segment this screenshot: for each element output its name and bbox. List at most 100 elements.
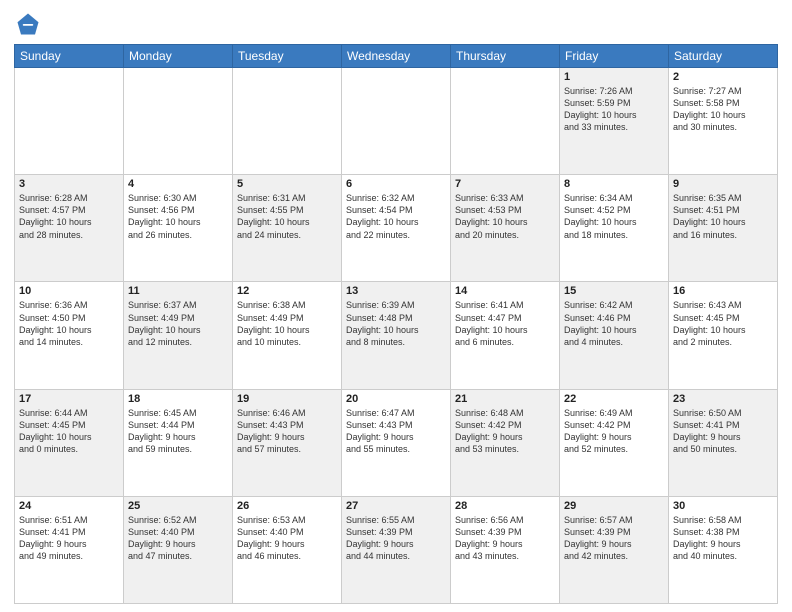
day-number: 13 [346,285,446,297]
day-number: 17 [19,393,119,405]
day-info: Sunrise: 6:28 AM Sunset: 4:57 PM Dayligh… [19,192,119,241]
day-info: Sunrise: 6:57 AM Sunset: 4:39 PM Dayligh… [564,514,664,563]
day-cell: 24 Sunrise: 6:51 AM Sunset: 4:41 PM Dayli… [15,496,124,603]
day-number: 4 [128,178,228,190]
day-cell: 1Sunrise: 7:26 AM Sunset: 5:59 PM Daylig… [560,68,669,175]
day-info: Sunrise: 6:43 AM Sunset: 4:45 PM Dayligh… [673,299,773,348]
day-cell: 5Sunrise: 6:31 AM Sunset: 4:55 PM Daylig… [233,175,342,282]
weekday-thursday: Thursday [451,45,560,68]
day-number: 8 [564,178,664,190]
day-number: 24 [19,500,119,512]
day-info: Sunrise: 6:36 AM Sunset: 4:50 PM Dayligh… [19,299,119,348]
day-number: 25 [128,500,228,512]
page: SundayMondayTuesdayWednesdayThursdayFrid… [0,0,792,612]
day-cell: 6Sunrise: 6:32 AM Sunset: 4:54 PM Daylig… [342,175,451,282]
week-row-1: 3 Sunrise: 6:28 AM Sunset: 4:57 PM Daylig… [15,175,778,282]
day-info: Sunrise: 6:45 AM Sunset: 4:44 PM Dayligh… [128,407,228,456]
day-cell: 14 Sunrise: 6:41 AM Sunset: 4:47 PM Dayli… [451,282,560,389]
day-cell: 25 Sunrise: 6:52 AM Sunset: 4:40 PM Dayli… [124,496,233,603]
day-cell: 9 Sunrise: 6:35 AM Sunset: 4:51 PM Daylig… [669,175,778,282]
day-info: Sunrise: 6:56 AM Sunset: 4:39 PM Dayligh… [455,514,555,563]
day-info: Sunrise: 6:39 AM Sunset: 4:48 PM Dayligh… [346,299,446,348]
day-info: Sunrise: 6:48 AM Sunset: 4:42 PM Dayligh… [455,407,555,456]
day-info: Sunrise: 6:35 AM Sunset: 4:51 PM Dayligh… [673,192,773,241]
day-number: 3 [19,178,119,190]
day-cell [233,68,342,175]
day-cell: 7Sunrise: 6:33 AM Sunset: 4:53 PM Daylig… [451,175,560,282]
day-info: Sunrise: 7:27 AM Sunset: 5:58 PM Dayligh… [673,85,773,134]
day-info: Sunrise: 6:30 AM Sunset: 4:56 PM Dayligh… [128,192,228,241]
logo [14,10,46,38]
day-cell [124,68,233,175]
day-info: Sunrise: 6:33 AM Sunset: 4:53 PM Dayligh… [455,192,555,241]
day-number: 14 [455,285,555,297]
day-number: 12 [237,285,337,297]
day-number: 9 [673,178,773,190]
day-info: Sunrise: 6:44 AM Sunset: 4:45 PM Dayligh… [19,407,119,456]
day-cell: 17 Sunrise: 6:44 AM Sunset: 4:45 PM Dayli… [15,389,124,496]
day-number: 21 [455,393,555,405]
day-cell: 13 Sunrise: 6:39 AM Sunset: 4:48 PM Dayli… [342,282,451,389]
day-info: Sunrise: 6:55 AM Sunset: 4:39 PM Dayligh… [346,514,446,563]
logo-icon [14,10,42,38]
day-number: 23 [673,393,773,405]
day-cell: 30 Sunrise: 6:58 AM Sunset: 4:38 PM Dayli… [669,496,778,603]
day-cell: 21 Sunrise: 6:48 AM Sunset: 4:42 PM Dayli… [451,389,560,496]
day-info: Sunrise: 6:58 AM Sunset: 4:38 PM Dayligh… [673,514,773,563]
day-cell: 23 Sunrise: 6:50 AM Sunset: 4:41 PM Dayli… [669,389,778,496]
day-info: Sunrise: 6:53 AM Sunset: 4:40 PM Dayligh… [237,514,337,563]
day-cell: 27 Sunrise: 6:55 AM Sunset: 4:39 PM Dayli… [342,496,451,603]
day-number: 2 [673,71,773,83]
day-info: Sunrise: 6:37 AM Sunset: 4:49 PM Dayligh… [128,299,228,348]
day-number: 27 [346,500,446,512]
day-number: 22 [564,393,664,405]
day-cell: 19Sunrise: 6:46 AM Sunset: 4:43 PM Dayli… [233,389,342,496]
week-row-2: 10Sunrise: 6:36 AM Sunset: 4:50 PM Dayli… [15,282,778,389]
day-cell [451,68,560,175]
day-cell: 29 Sunrise: 6:57 AM Sunset: 4:39 PM Dayli… [560,496,669,603]
day-number: 30 [673,500,773,512]
day-info: Sunrise: 6:41 AM Sunset: 4:47 PM Dayligh… [455,299,555,348]
weekday-monday: Monday [124,45,233,68]
day-number: 26 [237,500,337,512]
day-info: Sunrise: 6:32 AM Sunset: 4:54 PM Dayligh… [346,192,446,241]
day-number: 28 [455,500,555,512]
day-cell: 28 Sunrise: 6:56 AM Sunset: 4:39 PM Dayli… [451,496,560,603]
day-info: Sunrise: 6:38 AM Sunset: 4:49 PM Dayligh… [237,299,337,348]
day-info: Sunrise: 6:47 AM Sunset: 4:43 PM Dayligh… [346,407,446,456]
day-number: 29 [564,500,664,512]
day-cell: 10Sunrise: 6:36 AM Sunset: 4:50 PM Dayli… [15,282,124,389]
calendar-table: SundayMondayTuesdayWednesdayThursdayFrid… [14,44,778,604]
day-info: Sunrise: 6:51 AM Sunset: 4:41 PM Dayligh… [19,514,119,563]
day-info: Sunrise: 6:52 AM Sunset: 4:40 PM Dayligh… [128,514,228,563]
day-number: 18 [128,393,228,405]
day-cell: 15 Sunrise: 6:42 AM Sunset: 4:46 PM Dayli… [560,282,669,389]
day-cell: 22 Sunrise: 6:49 AM Sunset: 4:42 PM Dayli… [560,389,669,496]
day-cell: 11Sunrise: 6:37 AM Sunset: 4:49 PM Dayli… [124,282,233,389]
day-info: Sunrise: 6:34 AM Sunset: 4:52 PM Dayligh… [564,192,664,241]
weekday-friday: Friday [560,45,669,68]
week-row-4: 24 Sunrise: 6:51 AM Sunset: 4:41 PM Dayli… [15,496,778,603]
day-number: 20 [346,393,446,405]
week-row-3: 17 Sunrise: 6:44 AM Sunset: 4:45 PM Dayli… [15,389,778,496]
weekday-wednesday: Wednesday [342,45,451,68]
day-info: Sunrise: 7:26 AM Sunset: 5:59 PM Dayligh… [564,85,664,134]
day-info: Sunrise: 6:42 AM Sunset: 4:46 PM Dayligh… [564,299,664,348]
day-cell: 3 Sunrise: 6:28 AM Sunset: 4:57 PM Daylig… [15,175,124,282]
day-info: Sunrise: 6:31 AM Sunset: 4:55 PM Dayligh… [237,192,337,241]
day-info: Sunrise: 6:49 AM Sunset: 4:42 PM Dayligh… [564,407,664,456]
day-info: Sunrise: 6:50 AM Sunset: 4:41 PM Dayligh… [673,407,773,456]
weekday-sunday: Sunday [15,45,124,68]
day-cell: 4 Sunrise: 6:30 AM Sunset: 4:56 PM Daylig… [124,175,233,282]
weekday-tuesday: Tuesday [233,45,342,68]
day-number: 16 [673,285,773,297]
day-number: 15 [564,285,664,297]
day-cell [15,68,124,175]
week-row-0: 1Sunrise: 7:26 AM Sunset: 5:59 PM Daylig… [15,68,778,175]
header [14,10,778,38]
day-info: Sunrise: 6:46 AM Sunset: 4:43 PM Dayligh… [237,407,337,456]
day-cell: 26 Sunrise: 6:53 AM Sunset: 4:40 PM Dayli… [233,496,342,603]
weekday-saturday: Saturday [669,45,778,68]
day-cell [342,68,451,175]
day-cell: 16 Sunrise: 6:43 AM Sunset: 4:45 PM Dayli… [669,282,778,389]
